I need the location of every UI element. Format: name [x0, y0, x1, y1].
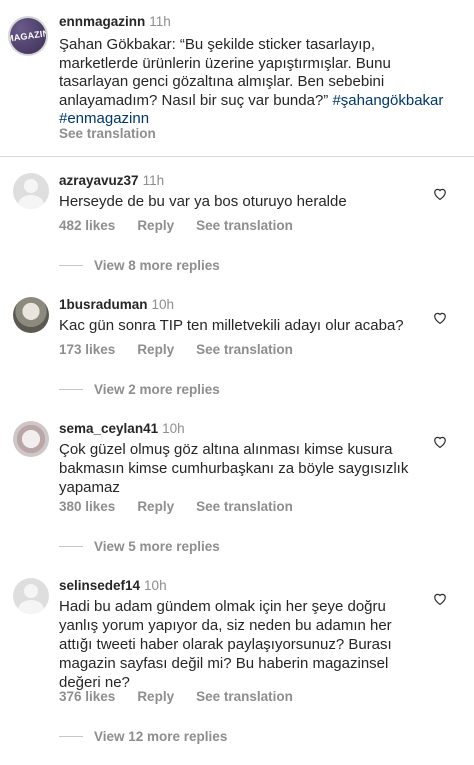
caption-line: tasarlayan genci gözaltına almışlar. Ben… [59, 73, 385, 90]
comment-actions: 173 likes Reply See translation [59, 342, 315, 357]
view-replies-label: View 12 more replies [94, 729, 228, 744]
view-replies-label: View 2 more replies [94, 382, 220, 397]
see-translation-link[interactable]: See translation [196, 218, 293, 233]
comment-header: azrayavuz37 11h [59, 173, 164, 188]
see-translation-link[interactable]: See translation [196, 342, 293, 357]
comment-timestamp: 11h [142, 173, 165, 188]
see-translation-link[interactable]: See translation [59, 126, 156, 141]
comment-header: selinsedef14 10h [59, 578, 167, 593]
comment-actions: 380 likes Reply See translation [59, 499, 315, 514]
comment-timestamp: 10h [151, 297, 175, 312]
view-replies-label: View 8 more replies [94, 258, 220, 273]
view-replies-button[interactable]: View 2 more replies [59, 382, 220, 397]
caption-line: anlayamadım? Nasıl bir suç var bunda?” #… [59, 91, 444, 109]
reply-thread-line [59, 389, 83, 390]
hashtag-link[interactable]: #enmagazinn [59, 110, 149, 127]
avatar-logo-text: MAGAZIN [8, 28, 48, 44]
post-username[interactable]: ennmagazinn [59, 14, 145, 29]
comment-timestamp: 10h [144, 578, 167, 593]
view-replies-button[interactable]: View 5 more replies [59, 539, 220, 554]
reply-thread-line [59, 736, 83, 737]
heart-icon[interactable] [433, 311, 447, 324]
avatar[interactable] [13, 421, 49, 457]
likes-count[interactable]: 173 likes [59, 342, 115, 357]
comment-username[interactable]: selinsedef14 [59, 578, 140, 593]
caption-line: Şahan Gökbakar: “Bu şekilde sticker tasa… [59, 36, 375, 53]
likes-count[interactable]: 482 likes [59, 218, 115, 233]
comment-actions: 482 likes Reply See translation [59, 218, 315, 233]
post-caption-block: MAGAZIN ennmagazinn 11h Şahan Gökbakar: “… [0, 0, 474, 155]
reply-button[interactable]: Reply [137, 689, 174, 704]
comment-text: Çok güzel olmuş göz altına alınması kims… [59, 441, 409, 496]
divider [0, 156, 474, 157]
comment-username[interactable]: azrayavuz37 [59, 173, 139, 188]
comment-text: Hadi bu adam gündem olmak için her şeye … [59, 598, 392, 691]
post-author-avatar[interactable]: MAGAZIN [8, 16, 48, 56]
likes-count[interactable]: 376 likes [59, 689, 115, 704]
comment-timestamp: 10h [162, 421, 185, 436]
avatar[interactable] [13, 297, 49, 333]
post-caption-text: Şahan Gökbakar: “Bu şekilde sticker tasa… [59, 36, 464, 129]
caption-line: marketlerde ürünlerin üzerine yapıştırmı… [59, 54, 391, 72]
avatar[interactable] [13, 578, 49, 614]
comment-username[interactable]: sema_ceylan41 [59, 421, 158, 436]
avatar[interactable] [13, 173, 49, 209]
hashtag-link[interactable]: #şahangökbakar [332, 92, 443, 109]
heart-icon[interactable] [433, 187, 447, 200]
see-translation-link[interactable]: See translation [196, 499, 293, 514]
likes-count[interactable]: 380 likes [59, 499, 115, 514]
comment-header: 1busraduman 10h [59, 297, 174, 312]
comment-text: Kac gün sonra TIP ten milletvekili adayı… [59, 317, 404, 334]
reply-button[interactable]: Reply [137, 499, 174, 514]
view-replies-button[interactable]: View 12 more replies [59, 729, 227, 744]
post-header: ennmagazinn 11h [59, 14, 171, 29]
comment-text: Herseyde de bu var ya bos oturuyo herald… [59, 193, 347, 210]
comment-actions: 376 likes Reply See translation [59, 689, 315, 704]
comment-username[interactable]: 1busraduman [59, 297, 148, 312]
reply-button[interactable]: Reply [137, 342, 174, 357]
see-translation-link[interactable]: See translation [196, 689, 293, 704]
post-timestamp: 11h [149, 14, 171, 29]
view-replies-label: View 5 more replies [94, 539, 220, 554]
view-replies-button[interactable]: View 8 more replies [59, 258, 220, 273]
reply-button[interactable]: Reply [137, 218, 174, 233]
comment-header: sema_ceylan41 10h [59, 421, 185, 436]
reply-thread-line [59, 265, 83, 266]
heart-icon[interactable] [433, 435, 447, 448]
reply-thread-line [59, 546, 83, 547]
heart-icon[interactable] [433, 592, 447, 605]
